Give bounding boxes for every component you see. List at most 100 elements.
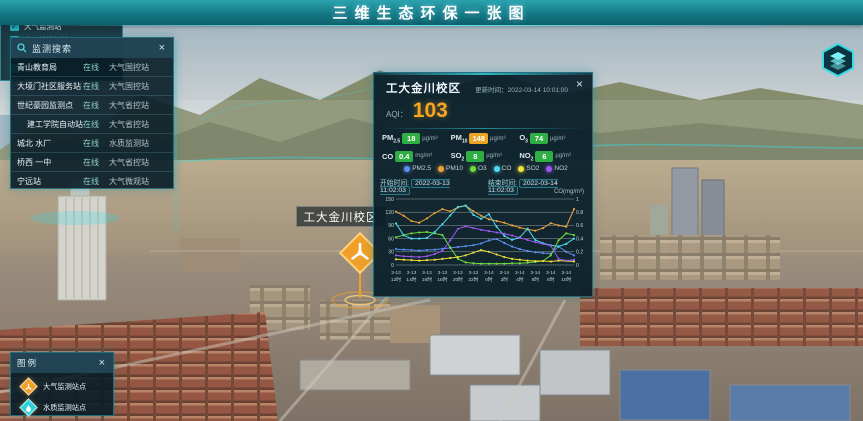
pollutant-value-badge: 148	[469, 133, 488, 144]
search-panel-close-icon[interactable]: ×	[157, 43, 167, 54]
station-row-tp: 大气省控站	[109, 119, 167, 130]
pollutant-name: O3	[519, 133, 528, 145]
svg-text:2时: 2时	[501, 276, 509, 283]
svg-text:20时: 20时	[453, 276, 463, 283]
station-row[interactable]: 宁远站在线大气微观站	[11, 172, 173, 191]
pollutant-name: PM2.5	[382, 133, 400, 145]
search-panel-title: 监测搜索	[32, 42, 72, 55]
legend-chip-PM2.5[interactable]: PM2.5	[404, 165, 431, 172]
station-row-nm: 青山教育局	[17, 62, 83, 73]
station-row-tp: 大气国控站	[109, 62, 167, 73]
pollutant-unit: µg/m³	[486, 153, 501, 159]
pollutant-cell: NO26µg/m³	[519, 151, 588, 163]
popup-close-icon[interactable]: ×	[574, 78, 585, 90]
station-row-tp: 水质监测站	[109, 138, 167, 149]
svg-text:4时: 4时	[516, 276, 524, 283]
update-time-label: 更新时间：	[475, 87, 508, 94]
popup-update-time: 更新时间：2022-03-14 10:01:00	[475, 84, 568, 94]
svg-text:3-14: 3-14	[515, 270, 525, 276]
pollutant-grid: PM2.518µg/m³PM10148µg/m³O374µg/m³CO0.4mg…	[382, 133, 588, 162]
station-row-st: 在线	[83, 100, 109, 111]
station-row[interactable]: 青山教育局在线大气国控站	[11, 58, 173, 77]
pollutant-cell: CO0.4mg/m³	[382, 151, 451, 163]
station-row-st: 在线	[83, 81, 109, 92]
svg-text:14时: 14时	[406, 276, 416, 283]
aqi-row: AQI： 103	[386, 99, 448, 123]
station-row-nm: 城北 水厂	[17, 138, 83, 149]
svg-text:3-14: 3-14	[484, 270, 494, 276]
legend-chip-label: O3	[478, 165, 487, 172]
legend-chip-SO2[interactable]: SO2	[518, 165, 539, 172]
svg-text:3-14: 3-14	[500, 270, 510, 276]
legend-chip-CO[interactable]: CO	[494, 165, 512, 172]
legend-chip-NO2[interactable]: NO2	[546, 165, 567, 172]
map-legend-items: 大气监测站点水质监测站点	[11, 379, 113, 415]
svg-text:30: 30	[388, 250, 394, 256]
station-row[interactable]: 建工学院自动站在线大气省控站	[11, 115, 173, 134]
map-legend-item: 水质监测站点	[20, 400, 113, 415]
svg-text:3-14: 3-14	[530, 270, 540, 276]
pollutant-cell: SO28µg/m³	[451, 151, 520, 163]
pollutant-name: CO	[382, 152, 393, 161]
svg-text:0.8: 0.8	[576, 210, 583, 216]
station-row-tp: 大气省控站	[109, 157, 167, 168]
station-row[interactable]: 世纪豪园监测点在线大气省控站	[11, 96, 173, 115]
map-legend-item-label: 水质监测站点	[43, 403, 86, 413]
pollutant-value-badge: 8	[466, 151, 484, 162]
station-row-nm: 大境门社区服务站	[17, 81, 83, 92]
pollutant-value-badge: 0.4	[395, 151, 413, 162]
svg-text:3-13: 3-13	[438, 270, 448, 276]
legend-chip-label: NO2	[554, 165, 567, 172]
legend-dot-icon	[518, 166, 524, 172]
svg-text:0.2: 0.2	[576, 250, 583, 256]
legend-chip-label: CO	[502, 165, 512, 172]
legend-chip-label: PM2.5	[412, 165, 431, 172]
station-row[interactable]: 城北 水厂在线水质监测站	[11, 134, 173, 153]
svg-text:6时: 6时	[532, 276, 540, 283]
svg-text:120: 120	[385, 210, 394, 216]
search-panel-header: 监测搜索 ×	[11, 38, 173, 58]
layers-hexagon-icon[interactable]	[820, 42, 856, 78]
svg-text:3-13: 3-13	[469, 270, 479, 276]
water-station-icon	[19, 398, 37, 416]
station-row-tp: 大气省控站	[109, 100, 167, 111]
station-row-st: 在线	[83, 138, 109, 149]
station-row[interactable]: 桥西 一中在线大气省控站	[11, 153, 173, 172]
svg-text:10时: 10时	[561, 276, 571, 283]
pollutant-trend-chart: 030609012015000.20.40.60.813-1312时3-1314…	[378, 193, 588, 298]
pollutant-unit: µg/m³	[422, 136, 437, 142]
pollutant-cell: O374µg/m³	[519, 133, 588, 145]
station-row[interactable]: 大境门社区服务站在线大气国控站	[11, 77, 173, 96]
station-detail-popup: 工大金川校区 更新时间：2022-03-14 10:01:00 × AQI： 1…	[373, 72, 593, 297]
update-time-value: 2022-03-14 10:01:00	[508, 87, 568, 94]
pollutant-unit: µg/m³	[490, 136, 505, 142]
map-legend-panel: 图例 × 大气监测站点水质监测站点	[10, 352, 114, 416]
map-legend-close-icon[interactable]: ×	[97, 358, 107, 369]
station-row-nm: 桥西 一中	[17, 157, 83, 168]
svg-text:90: 90	[388, 223, 394, 229]
station-row-tp: 大气微观站	[109, 176, 167, 187]
air-station-icon	[19, 377, 37, 395]
svg-text:0时: 0时	[485, 276, 493, 283]
legend-dot-icon	[494, 166, 500, 172]
station-search-panel: 监测搜索 × 青山教育局在线大气国控站大境门社区服务站在线大气国控站世纪豪园监测…	[10, 37, 174, 189]
station-row-st: 在线	[83, 157, 109, 168]
legend-chip-PM10[interactable]: PM10	[438, 165, 463, 172]
pollutant-unit: µg/m³	[550, 136, 565, 142]
svg-text:8时: 8时	[547, 276, 555, 283]
legend-chip-label: PM10	[446, 165, 463, 172]
map-legend-header: 图例 ×	[11, 353, 113, 373]
station-row-st: 在线	[83, 62, 109, 73]
pollutant-cell: PM10148µg/m³	[451, 133, 520, 145]
svg-text:1: 1	[576, 197, 579, 203]
app-window: 三维生态环保一张图 工大金川校区 监测搜索 × 青山	[0, 0, 863, 421]
popup-station-title: 工大金川校区	[386, 80, 461, 96]
station-row-nm: 世纪豪园监测点	[17, 100, 83, 111]
legend-dot-icon	[546, 166, 552, 172]
station-row-nm: 建工学院自动站	[17, 119, 83, 130]
svg-text:60: 60	[388, 236, 394, 242]
chart-legend: PM2.5 PM10 O3 CO SO2 NO2	[384, 165, 588, 172]
svg-text:18时: 18时	[437, 276, 447, 283]
legend-chip-O3[interactable]: O3	[470, 165, 487, 172]
pollutant-value-badge: 6	[535, 151, 553, 162]
